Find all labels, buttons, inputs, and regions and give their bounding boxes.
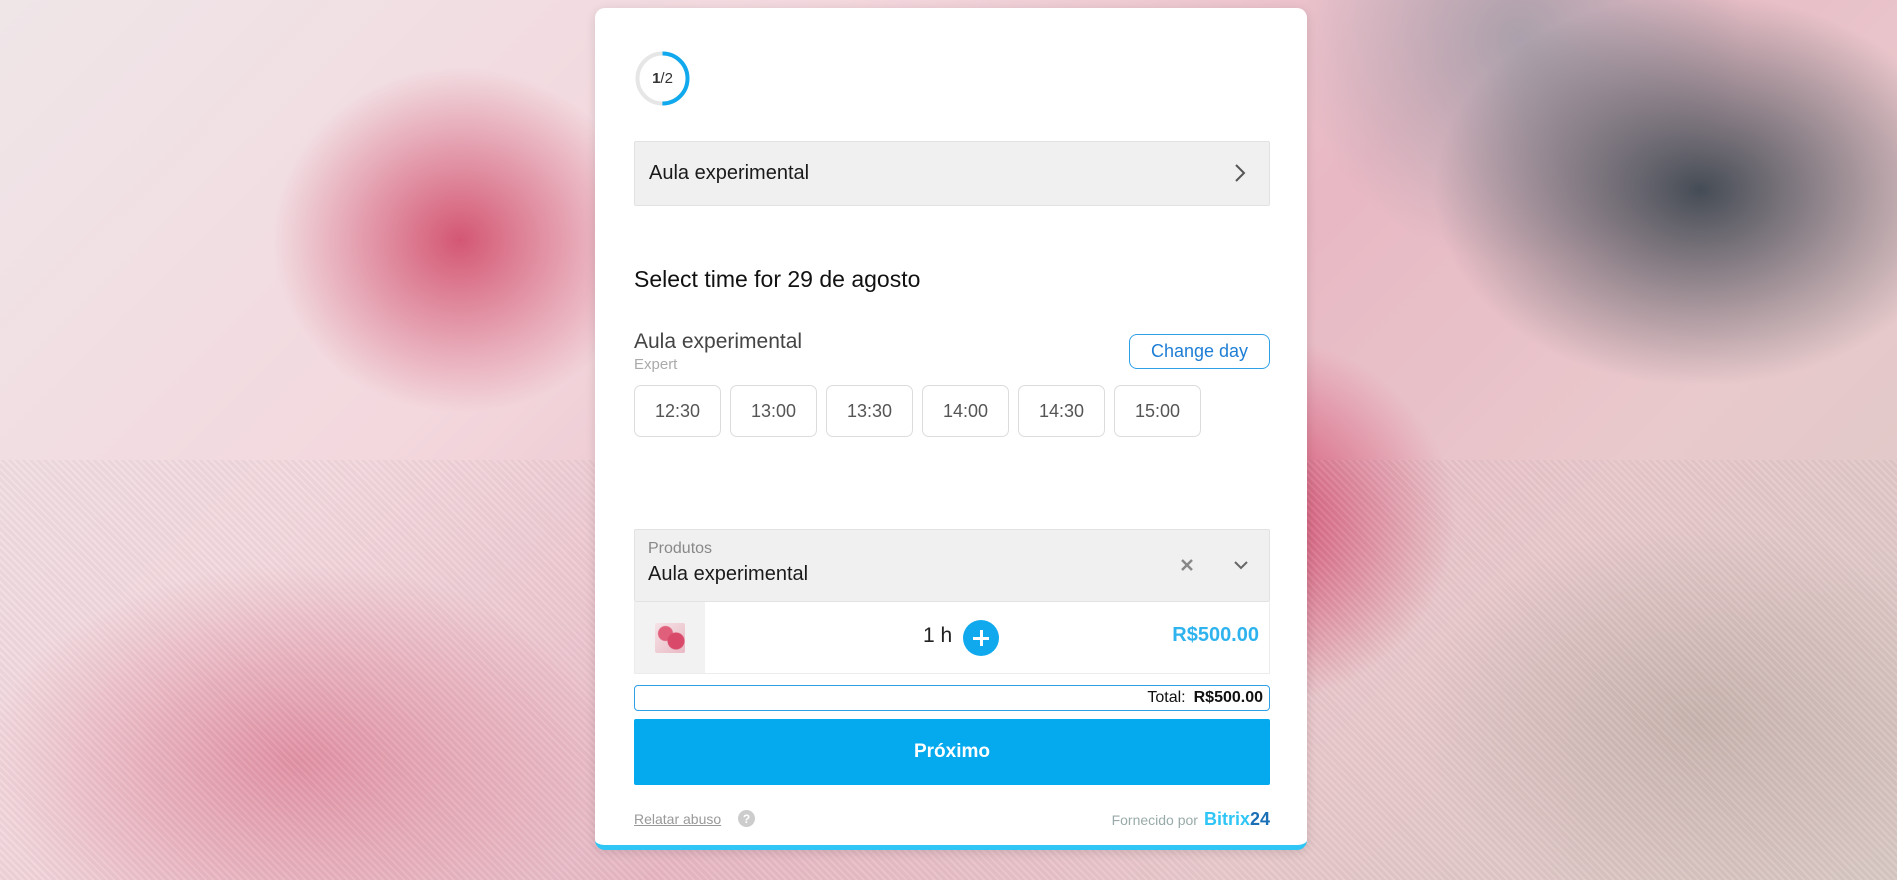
schedule-resource-name: Expert — [634, 356, 678, 373]
time-slot[interactable]: 14:00 — [922, 385, 1009, 437]
report-abuse-link[interactable]: Relatar abuso — [634, 811, 721, 827]
increase-quantity-button[interactable] — [963, 620, 999, 656]
products-selector[interactable]: Produtos Aula experimental — [634, 529, 1270, 602]
schedule-title: Select time for 29 de agosto — [634, 266, 921, 292]
service-selector-value: Aula experimental — [649, 162, 810, 184]
booking-form-card: 1/2 Aula experimental Select time for 29… — [595, 8, 1307, 850]
next-button[interactable]: Próximo — [634, 719, 1270, 785]
chevron-right-icon — [1235, 164, 1246, 182]
progress-label: 1/2 — [652, 70, 673, 87]
powered-by-label: Fornecido por — [1111, 812, 1198, 828]
progress-current: 1 — [652, 70, 661, 87]
chevron-down-icon[interactable] — [1230, 554, 1252, 576]
time-slot[interactable]: 12:30 — [634, 385, 721, 437]
product-image — [655, 622, 685, 653]
product-quantity: 1 h — [923, 624, 953, 647]
time-slot[interactable]: 14:30 — [1018, 385, 1105, 437]
product-row: 1 h R$500.00 — [634, 602, 1270, 674]
total-value: R$500.00 — [1193, 689, 1263, 706]
service-selector[interactable]: Aula experimental — [634, 141, 1270, 206]
time-slot[interactable]: 15:00 — [1114, 385, 1201, 437]
product-price: R$500.00 — [1172, 624, 1259, 646]
brand-name: Bitrix — [1203, 809, 1250, 829]
time-slot-list: 12:30 13:00 13:30 14:00 14:30 15:00 — [634, 385, 1201, 437]
total-label: Total: — [1147, 689, 1186, 706]
product-thumbnail — [635, 602, 705, 673]
total-bar: Total: R$500.00 — [634, 685, 1270, 711]
step-progress: 1/2 — [634, 50, 691, 107]
time-slot[interactable]: 13:00 — [730, 385, 817, 437]
products-value: Aula experimental — [648, 563, 809, 585]
products-label: Produtos — [648, 540, 713, 557]
progress-total: 2 — [664, 70, 673, 87]
brand-number: 24 — [1249, 809, 1270, 829]
close-icon[interactable] — [1176, 554, 1198, 576]
change-day-button[interactable]: Change day — [1129, 334, 1270, 369]
time-slot[interactable]: 13:30 — [826, 385, 913, 437]
schedule-service-name: Aula experimental — [634, 330, 803, 353]
help-icon[interactable]: ? — [738, 810, 755, 827]
powered-by[interactable]: Fornecido por Bitrix 24 — [1112, 809, 1270, 830]
